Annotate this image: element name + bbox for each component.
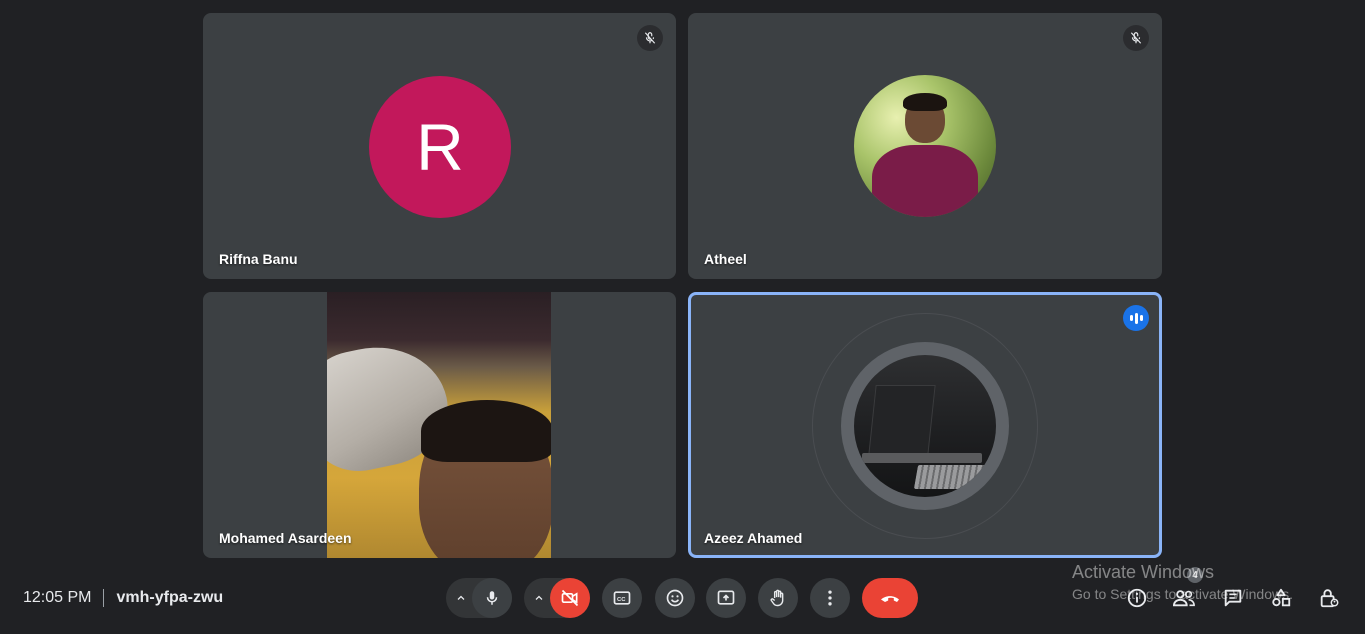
speaking-indicator-icon — [1123, 305, 1149, 331]
mic-off-icon — [637, 25, 663, 51]
mic-options-chevron-icon[interactable] — [453, 590, 469, 606]
info-icon — [1127, 588, 1147, 608]
people-count-badge: 4 — [1187, 567, 1203, 583]
svg-text:CC: CC — [617, 597, 626, 603]
participant-name: Riffna Banu — [219, 251, 298, 267]
leave-call-button[interactable] — [862, 578, 918, 618]
people-icon — [1172, 590, 1195, 607]
reactions-button[interactable] — [655, 578, 695, 618]
watermark-title: Activate Windows — [1072, 562, 1215, 582]
avatar — [841, 342, 1009, 510]
more-options-button[interactable] — [810, 578, 850, 618]
chat-icon — [1224, 589, 1242, 607]
captions-button[interactable]: CC — [602, 578, 642, 618]
camera-off-icon — [561, 589, 579, 607]
hand-icon — [770, 589, 784, 607]
camera-button[interactable] — [550, 578, 590, 618]
activities-icon — [1272, 588, 1291, 607]
avatar: R — [369, 76, 511, 218]
avatar — [854, 75, 996, 217]
camera-options-chevron-icon[interactable] — [531, 590, 547, 606]
mic-off-icon — [1123, 25, 1149, 51]
meeting-info: 12:05 PM vmh-yfpa-zwu — [23, 589, 223, 607]
more-vert-icon — [828, 590, 832, 606]
people-button[interactable] — [1171, 585, 1197, 611]
participant-tile-atheel[interactable]: Atheel — [688, 13, 1162, 279]
participant-name: Azeez Ahamed — [704, 530, 803, 546]
current-time: 12:05 PM — [23, 589, 92, 606]
participant-tile-riffna[interactable]: R Riffna Banu — [203, 13, 676, 279]
captions-icon: CC — [613, 591, 631, 605]
call-end-icon — [881, 596, 899, 602]
mic-icon — [486, 591, 498, 605]
meeting-details-button[interactable] — [1124, 585, 1150, 611]
participant-video — [327, 292, 551, 558]
emoji-icon — [666, 589, 684, 607]
activities-button[interactable] — [1268, 585, 1294, 611]
divider — [103, 589, 105, 607]
raise-hand-button[interactable] — [758, 578, 798, 618]
meeting-code: vmh-yfpa-zwu — [116, 589, 224, 606]
mic-button[interactable] — [472, 578, 512, 618]
present-button[interactable] — [706, 578, 746, 618]
lock-person-icon — [1320, 589, 1339, 608]
participant-tile-azeez[interactable]: Azeez Ahamed — [688, 292, 1162, 558]
present-icon — [717, 590, 735, 605]
participant-tile-mohamed[interactable]: Mohamed Asardeen — [203, 292, 676, 558]
host-controls-button[interactable] — [1316, 585, 1342, 611]
participant-name: Atheel — [704, 251, 747, 267]
participant-name: Mohamed Asardeen — [219, 530, 352, 546]
chat-button[interactable] — [1220, 585, 1246, 611]
